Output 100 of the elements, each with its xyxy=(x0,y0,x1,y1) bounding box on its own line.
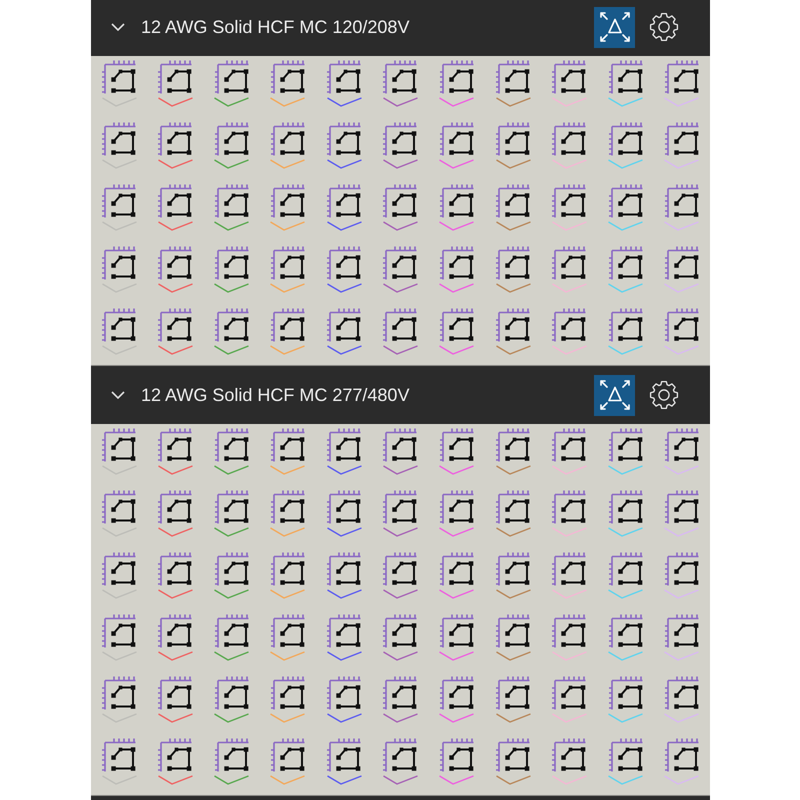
circuit-icon[interactable] xyxy=(608,122,643,156)
circuit-icon[interactable] xyxy=(440,122,474,156)
circuit-icon[interactable] xyxy=(214,614,249,648)
circuit-icon[interactable] xyxy=(383,60,418,94)
circuit-icon[interactable] xyxy=(102,490,136,524)
circuit-icon[interactable] xyxy=(158,552,192,586)
circuit-icon[interactable] xyxy=(383,490,418,524)
circuit-icon[interactable] xyxy=(214,60,249,94)
circuit-icon[interactable] xyxy=(102,552,136,586)
settings-icon[interactable] xyxy=(649,12,679,42)
circuit-icon[interactable] xyxy=(552,490,586,524)
circuit-icon[interactable] xyxy=(440,184,474,218)
circuit-icon[interactable] xyxy=(552,184,586,218)
circuit-icon[interactable] xyxy=(270,60,305,94)
circuit-icon[interactable] xyxy=(608,428,643,462)
circuit-icon[interactable] xyxy=(664,552,699,586)
circuit-icon[interactable] xyxy=(270,428,305,462)
circuit-icon[interactable] xyxy=(270,490,305,524)
fit-view-button[interactable] xyxy=(594,6,635,48)
circuit-icon[interactable] xyxy=(102,676,136,710)
circuit-icon[interactable] xyxy=(664,614,699,648)
circuit-icon[interactable] xyxy=(383,184,418,218)
circuit-icon[interactable] xyxy=(608,60,643,94)
circuit-icon[interactable] xyxy=(102,184,136,218)
circuit-icon[interactable] xyxy=(383,676,418,710)
circuit-icon[interactable] xyxy=(327,60,362,94)
circuit-icon[interactable] xyxy=(664,122,699,156)
circuit-icon[interactable] xyxy=(496,428,530,462)
circuit-icon[interactable] xyxy=(608,614,643,648)
circuit-icon[interactable] xyxy=(496,676,530,710)
circuit-icon[interactable] xyxy=(664,738,699,772)
circuit-icon[interactable] xyxy=(383,122,418,156)
circuit-icon[interactable] xyxy=(102,614,136,648)
circuit-icon[interactable] xyxy=(664,428,699,462)
circuit-icon[interactable] xyxy=(496,60,530,94)
circuit-icon[interactable] xyxy=(552,308,586,342)
circuit-icon[interactable] xyxy=(440,552,474,586)
circuit-icon[interactable] xyxy=(158,614,192,648)
circuit-icon[interactable] xyxy=(383,614,418,648)
circuit-icon[interactable] xyxy=(102,428,136,462)
circuit-icon[interactable] xyxy=(440,246,474,280)
circuit-icon[interactable] xyxy=(440,738,474,772)
circuit-icon[interactable] xyxy=(327,676,362,710)
circuit-icon[interactable] xyxy=(102,246,136,280)
circuit-icon[interactable] xyxy=(608,246,643,280)
circuit-icon[interactable] xyxy=(440,428,474,462)
circuit-icon[interactable] xyxy=(440,614,474,648)
circuit-icon[interactable] xyxy=(214,308,249,342)
circuit-icon[interactable] xyxy=(496,308,530,342)
circuit-icon[interactable] xyxy=(552,676,586,710)
circuit-icon[interactable] xyxy=(214,738,249,772)
circuit-icon[interactable] xyxy=(158,676,192,710)
circuit-icon[interactable] xyxy=(270,676,305,710)
circuit-icon[interactable] xyxy=(440,490,474,524)
circuit-icon[interactable] xyxy=(608,184,643,218)
circuit-icon[interactable] xyxy=(608,738,643,772)
circuit-icon[interactable] xyxy=(158,490,192,524)
circuit-icon[interactable] xyxy=(383,308,418,342)
circuit-icon[interactable] xyxy=(496,552,530,586)
circuit-icon[interactable] xyxy=(440,676,474,710)
circuit-icon[interactable] xyxy=(552,738,586,772)
circuit-icon[interactable] xyxy=(608,308,643,342)
circuit-icon[interactable] xyxy=(214,246,249,280)
circuit-icon[interactable] xyxy=(552,552,586,586)
circuit-icon[interactable] xyxy=(327,738,362,772)
circuit-icon[interactable] xyxy=(496,614,530,648)
circuit-icon[interactable] xyxy=(158,308,192,342)
circuit-icon[interactable] xyxy=(496,184,530,218)
circuit-icon[interactable] xyxy=(383,428,418,462)
circuit-icon[interactable] xyxy=(552,246,586,280)
circuit-icon[interactable] xyxy=(664,308,699,342)
circuit-icon[interactable] xyxy=(158,246,192,280)
circuit-icon[interactable] xyxy=(270,246,305,280)
circuit-icon[interactable] xyxy=(327,428,362,462)
caret-icon[interactable] xyxy=(111,391,125,399)
circuit-icon[interactable] xyxy=(214,428,249,462)
circuit-icon[interactable] xyxy=(214,490,249,524)
circuit-icon[interactable] xyxy=(327,122,362,156)
circuit-icon[interactable] xyxy=(552,60,586,94)
circuit-icon[interactable] xyxy=(102,60,136,94)
circuit-icon[interactable] xyxy=(496,246,530,280)
circuit-icon[interactable] xyxy=(496,738,530,772)
fit-view-button[interactable] xyxy=(594,374,635,416)
circuit-icon[interactable] xyxy=(496,490,530,524)
circuit-icon[interactable] xyxy=(214,122,249,156)
circuit-icon[interactable] xyxy=(158,60,192,94)
circuit-icon[interactable] xyxy=(270,184,305,218)
circuit-icon[interactable] xyxy=(214,676,249,710)
circuit-icon[interactable] xyxy=(158,428,192,462)
circuit-icon[interactable] xyxy=(270,122,305,156)
circuit-icon[interactable] xyxy=(327,246,362,280)
circuit-icon[interactable] xyxy=(102,308,136,342)
circuit-icon[interactable] xyxy=(383,246,418,280)
circuit-icon[interactable] xyxy=(440,308,474,342)
circuit-icon[interactable] xyxy=(327,552,362,586)
circuit-icon[interactable] xyxy=(552,428,586,462)
circuit-icon[interactable] xyxy=(327,614,362,648)
circuit-icon[interactable] xyxy=(440,60,474,94)
circuit-icon[interactable] xyxy=(270,738,305,772)
circuit-icon[interactable] xyxy=(158,184,192,218)
